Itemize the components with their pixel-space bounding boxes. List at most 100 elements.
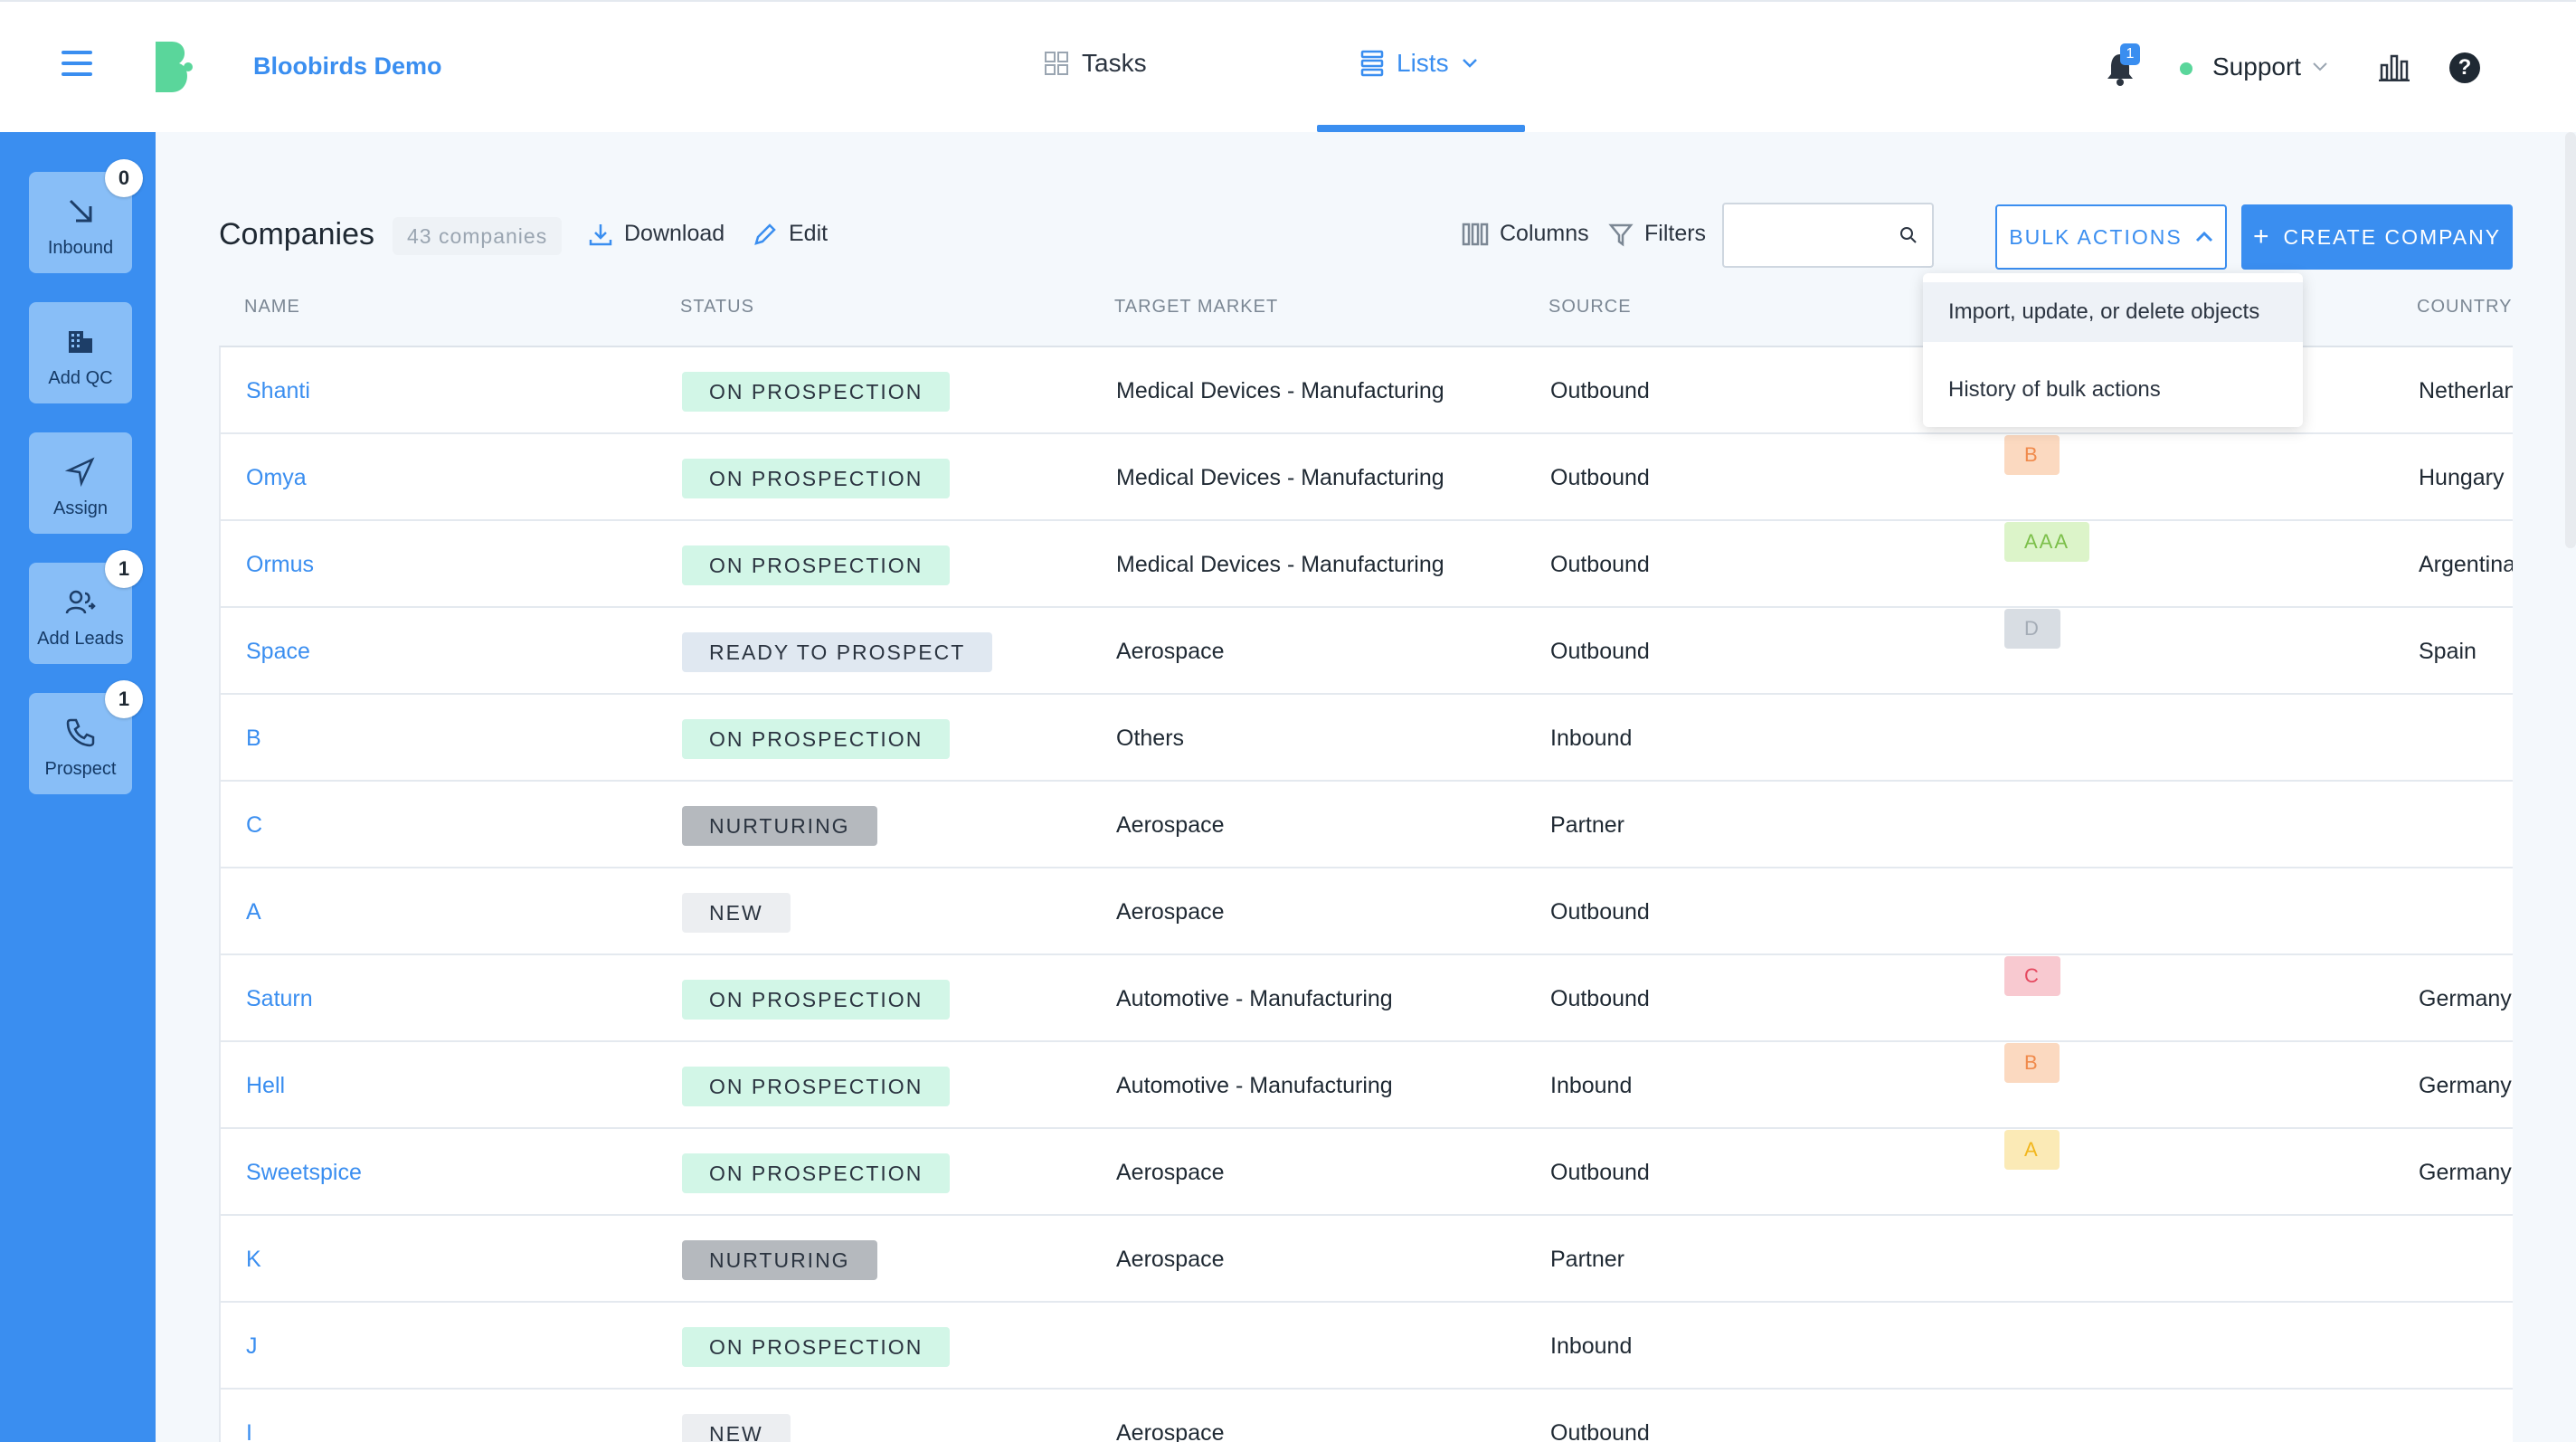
nav-tab-tasks[interactable]: Tasks [1044,49,1147,78]
search-input[interactable] [1724,204,1887,264]
edit-label: Edit [789,221,829,246]
company-name-link[interactable]: B [246,695,261,782]
company-name-link[interactable]: Saturn [246,955,313,1042]
score-badge: B [2004,435,2060,476]
country-cell: Germany [2419,1160,2512,1185]
table-row[interactable]: J ON PROSPECTION Inbound [221,1303,2513,1390]
source-cell: Outbound [1550,1160,1650,1185]
sidebar-item-prospect[interactable]: 1 Prospect [29,680,143,794]
column-header-country[interactable]: COUNTRY [2417,297,2513,318]
target-market-cell: Aerospace [1116,1247,1225,1272]
edit-button[interactable]: Edit [753,221,828,247]
bar-chart-icon[interactable] [2379,52,2410,81]
target-market-cell: Aerospace [1116,1420,1225,1442]
quick-actions-sidebar: 0 Inbound Add QC Assign 1 Add Leads 1 Pr… [0,132,156,1442]
source-cell: Outbound [1550,986,1650,1011]
score-badge: D [2004,609,2060,650]
chevron-down-icon [2313,62,2327,71]
user-name: Support [2212,52,2302,81]
company-name-link[interactable]: Shanti [246,347,310,434]
menu-item-import-update-delete[interactable]: Import, update, or delete objects [1923,282,2303,342]
sidebar-item-label: Add Leads [37,629,124,649]
company-name-link[interactable]: Hell [246,1042,285,1129]
sidebar-item-add-leads[interactable]: 1 Add Leads [29,550,143,664]
company-name-link[interactable]: I [246,1390,252,1442]
plus-icon: + [2252,222,2271,251]
columns-icon [1462,223,1489,245]
create-company-button[interactable]: + CREATE COMPANY [2241,204,2513,270]
table-row[interactable]: Ormus ON PROSPECTION Medical Devices - Man… [221,521,2513,608]
online-status-dot [2180,62,2192,75]
nav-tab-lists-label: Lists [1397,49,1449,77]
user-menu[interactable]: Support [2212,52,2328,81]
score-cell: B [1984,1042,2079,1084]
search-box [1722,203,1934,268]
status-cell: ON PROSPECTION [682,347,951,434]
sidebar-item-label: Assign [52,498,109,518]
bulk-actions-button[interactable]: BULK ACTIONS [1995,204,2227,270]
companies-table: NAME STATUS TARGET MARKET SOURCE COUNTRY… [219,286,2513,1442]
source-cell: Outbound [1550,378,1650,403]
table-row[interactable]: Space READY TO PROSPECT Aerospace Outbound D… [221,608,2513,695]
table-row[interactable]: Sweetspice ON PROSPECTION Aerospace Outboun… [221,1129,2513,1216]
source-cell: Outbound [1550,552,1650,577]
sidebar-item-inbound[interactable]: 0 Inbound [29,159,143,273]
company-name-link[interactable]: A [246,868,261,955]
company-name-link[interactable]: J [246,1303,258,1390]
table-row[interactable]: C NURTURING Aerospace Partner [221,782,2513,868]
brand-name[interactable]: Bloobirds Demo [253,52,442,81]
column-header-status[interactable]: STATUS [680,297,754,318]
country-cell: Spain [2419,639,2477,664]
target-market-cell: Medical Devices - Manufacturing [1116,465,1444,490]
arrow-down-right-icon [69,199,92,223]
column-header-source[interactable]: SOURCE [1548,297,1632,318]
column-header-name[interactable]: NAME [244,297,300,318]
companies-count-badge: 43 companies [393,217,563,255]
menu-item-bulk-history[interactable]: History of bulk actions [1923,360,2303,420]
table-row[interactable]: K NURTURING Aerospace Partner [221,1216,2513,1303]
company-name-link[interactable]: K [246,1216,261,1303]
status-cell: NURTURING [682,1216,877,1303]
table-row[interactable]: Hell ON PROSPECTION Automotive - Manufactu… [221,1042,2513,1129]
page-scrollbar[interactable] [2565,132,2576,548]
status-cell: ON PROSPECTION [682,955,951,1042]
menu-icon[interactable] [62,51,92,78]
status-cell: ON PROSPECTION [682,695,951,782]
phone-icon [66,718,95,747]
nav-tab-lists[interactable]: Lists [1360,49,1478,78]
filters-button[interactable]: Filters [1608,221,1706,247]
table-row[interactable]: I NEW Aerospace Outbound [221,1390,2513,1442]
company-name-link[interactable]: Sweetspice [246,1129,362,1216]
sidebar-item-add-qc[interactable]: Add QC [29,302,132,403]
company-name-link[interactable]: Ormus [246,521,314,608]
download-label: Download [624,221,725,246]
sidebar-item-label: Inbound [47,238,114,258]
help-icon[interactable]: ? [2449,52,2480,83]
target-market-cell: Aerospace [1116,1160,1225,1185]
columns-button[interactable]: Columns [1462,221,1589,247]
table-row[interactable]: A NEW Aerospace Outbound [221,868,2513,955]
status-badge: ON PROSPECTION [682,1067,951,1107]
target-market-cell: Medical Devices - Manufacturing [1116,552,1444,577]
table-row[interactable]: Saturn ON PROSPECTION Automotive - Manufac… [221,955,2513,1042]
download-icon [589,223,612,245]
building-icon [69,331,92,353]
source-cell: Outbound [1550,899,1650,925]
page-title: Companies [219,217,374,251]
search-icon[interactable] [1898,224,1919,246]
country-cell: Hungary [2419,465,2505,490]
download-button[interactable]: Download [588,221,724,247]
add-leads-count-badge: 1 [105,550,143,588]
table-row[interactable]: Omya ON PROSPECTION Medical Devices - Manu… [221,434,2513,521]
column-header-target-market[interactable]: TARGET MARKET [1114,297,1278,318]
status-badge: NEW [682,893,791,934]
source-cell: Inbound [1550,726,1633,751]
sidebar-item-assign[interactable]: Assign [29,432,132,534]
columns-label: Columns [1500,221,1589,246]
status-cell: ON PROSPECTION [682,1303,951,1390]
table-row[interactable]: B ON PROSPECTION Others Inbound [221,695,2513,782]
source-cell: Outbound [1550,465,1650,490]
company-name-link[interactable]: C [246,782,262,868]
company-name-link[interactable]: Omya [246,434,307,521]
company-name-link[interactable]: Space [246,608,310,695]
